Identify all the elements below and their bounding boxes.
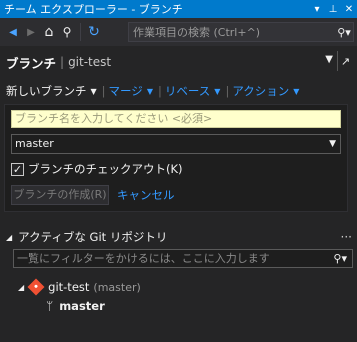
close-icon[interactable]: ✕ xyxy=(341,4,357,15)
chevron-down-icon[interactable]: ▼ xyxy=(214,87,220,96)
checkout-checkbox[interactable]: ✓ xyxy=(11,162,24,176)
home-icon[interactable]: ⌂ xyxy=(40,22,58,42)
branch-icon: ᛘ xyxy=(46,299,54,313)
section-title: アクティブな Git リポジトリ xyxy=(18,230,168,244)
search-placeholder: 作業項目の検索 (Ctrl+^) xyxy=(133,26,261,39)
page-header: ブランチ | git-test ▼ ↗ xyxy=(0,50,357,74)
cancel-link[interactable]: キャンセル xyxy=(117,187,175,203)
chevron-down-icon[interactable]: ▼ xyxy=(91,87,97,96)
action-bar: 新しいブランチ ▼ | マージ ▼ | リベース ▼ | アクション ▼ xyxy=(6,82,301,100)
action-separator: | xyxy=(225,84,230,98)
chevron-down-icon[interactable]: ▼ xyxy=(329,135,336,153)
base-branch-value: master xyxy=(15,137,54,150)
branch-name-input[interactable]: ブランチ名を入力してください <必須> xyxy=(11,110,341,128)
filter-placeholder: 一覧にフィルターをかけるには、ここに入力します xyxy=(17,252,270,265)
checkout-label: ブランチのチェックアウト(K) xyxy=(28,162,183,176)
more-icon[interactable]: ··· xyxy=(341,230,352,244)
work-item-search-input[interactable]: 作業項目の検索 (Ctrl+^) ⚲▾ xyxy=(128,22,354,42)
new-branch-menu[interactable]: 新しいブランチ xyxy=(6,83,87,99)
base-branch-select[interactable]: master ▼ xyxy=(11,134,341,154)
new-branch-form: ブランチ名を入力してください <必須> master ▼ ✓ ブランチのチェック… xyxy=(4,104,348,212)
window-title: チーム エクスプローラー - ブランチ xyxy=(4,3,183,16)
actions-menu[interactable]: アクション xyxy=(232,83,289,99)
expand-icon[interactable]: ◢ xyxy=(6,233,12,242)
rebase-menu[interactable]: リベース xyxy=(165,83,210,99)
external-link-icon[interactable]: ↗ xyxy=(337,51,353,71)
page-dropdown-icon[interactable]: ▼ xyxy=(325,54,333,65)
back-icon[interactable]: ◀ xyxy=(4,22,22,42)
repo-name: git-test xyxy=(68,55,112,69)
expand-icon[interactable]: ◢ xyxy=(18,283,24,292)
checkout-option[interactable]: ✓ ブランチのチェックアウト(K) xyxy=(11,161,183,177)
search-icon[interactable]: ⚲▾ xyxy=(335,26,353,39)
toolbar-separator xyxy=(80,23,81,41)
action-separator: | xyxy=(157,84,162,98)
chevron-down-icon[interactable]: ▼ xyxy=(147,87,153,96)
merge-menu[interactable]: マージ xyxy=(109,83,143,99)
create-branch-button[interactable]: ブランチの作成(R) xyxy=(11,185,109,205)
connect-icon[interactable]: ⚲ xyxy=(58,22,76,42)
action-separator: | xyxy=(101,84,106,98)
title-bar: チーム エクスプローラー - ブランチ ▾ ⊥ ✕ xyxy=(0,0,357,18)
repo-item-name: git-test xyxy=(48,280,90,294)
branch-tree-item[interactable]: ᛘ master xyxy=(46,298,105,314)
header-separator: | xyxy=(60,55,65,69)
chevron-down-icon[interactable]: ▼ xyxy=(293,87,299,96)
window-menu-icon[interactable]: ▾ xyxy=(309,4,325,15)
refresh-icon[interactable]: ↻ xyxy=(85,22,103,42)
pin-icon[interactable]: ⊥ xyxy=(325,4,341,15)
repo-tree-item[interactable]: ◢ git-test (master) xyxy=(18,278,141,296)
git-repo-icon xyxy=(27,278,45,296)
forward-icon[interactable]: ▶ xyxy=(22,22,40,42)
page-title: ブランチ xyxy=(6,55,57,71)
search-icon[interactable]: ⚲▾ xyxy=(333,250,347,267)
active-repos-header[interactable]: ◢ アクティブな Git リポジトリ ··· xyxy=(6,229,352,245)
branch-name: master xyxy=(59,299,105,313)
repo-filter-input[interactable]: 一覧にフィルターをかけるには、ここに入力します ⚲▾ xyxy=(13,249,353,268)
repo-current-branch: (master) xyxy=(93,280,141,294)
